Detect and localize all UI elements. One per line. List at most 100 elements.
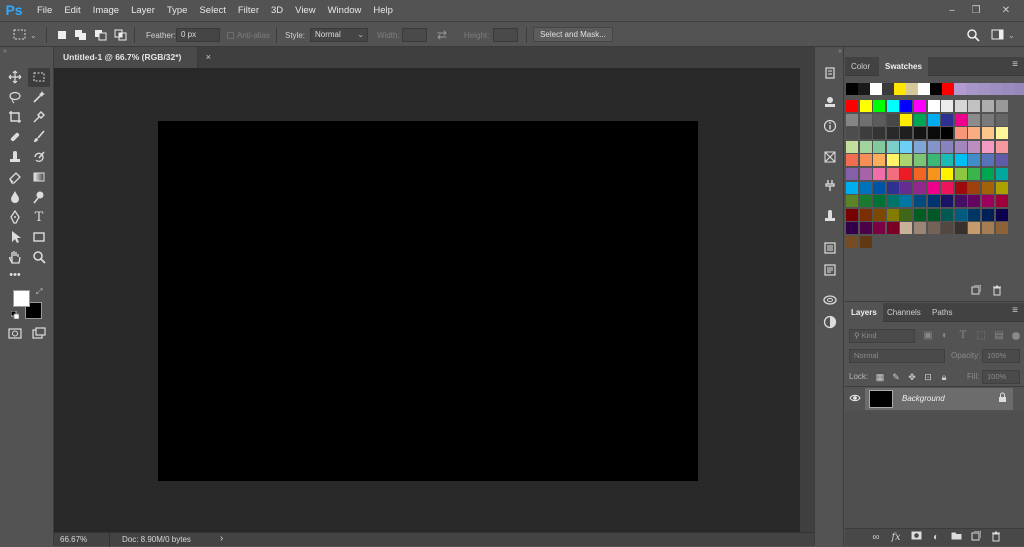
- color-swatch[interactable]: [995, 154, 1008, 167]
- color-swatch[interactable]: [966, 83, 978, 95]
- rectangular-marquee-tool-icon[interactable]: [28, 68, 50, 87]
- filter-type-icon[interactable]: T: [956, 329, 970, 343]
- tab-swatches[interactable]: Swatches: [879, 57, 928, 76]
- color-swatch[interactable]: [900, 100, 913, 112]
- info-panel-icon[interactable]: [820, 117, 840, 135]
- filter-smart-object-icon[interactable]: ▤: [992, 329, 1006, 343]
- history-panel-icon[interactable]: [820, 64, 840, 82]
- color-swatch[interactable]: [930, 83, 942, 95]
- pen-tool-icon[interactable]: [4, 208, 26, 227]
- color-swatch[interactable]: [982, 140, 994, 153]
- color-swatch[interactable]: [873, 195, 886, 208]
- color-swatch[interactable]: [846, 181, 858, 194]
- color-swatch[interactable]: [954, 83, 966, 95]
- menu-file[interactable]: File: [31, 0, 58, 21]
- color-swatch[interactable]: [873, 100, 886, 112]
- color-swatch[interactable]: [886, 140, 899, 153]
- add-mask-icon[interactable]: [909, 531, 923, 545]
- adjustments-panel-icon[interactable]: [820, 313, 840, 331]
- color-swatch[interactable]: [882, 83, 894, 95]
- width-input[interactable]: [402, 28, 427, 42]
- color-swatch[interactable]: [900, 168, 913, 180]
- blur-tool-icon[interactable]: [4, 188, 26, 207]
- rectangle-tool-icon[interactable]: [28, 228, 50, 247]
- select-and-mask-button[interactable]: Select and Mask...: [533, 27, 613, 42]
- color-swatch[interactable]: [900, 113, 913, 126]
- color-swatch[interactable]: [968, 181, 981, 194]
- color-swatch[interactable]: [859, 127, 872, 140]
- color-swatch[interactable]: [968, 222, 981, 235]
- color-swatch[interactable]: [914, 154, 926, 167]
- tab-layers[interactable]: Layers: [845, 303, 883, 322]
- color-swatch[interactable]: [914, 100, 926, 112]
- lock-artboard-icon[interactable]: ⊡: [921, 370, 935, 384]
- color-swatch[interactable]: [900, 195, 913, 208]
- fill-input[interactable]: 100%: [982, 370, 1020, 384]
- zoom-level[interactable]: 66.67%: [60, 535, 87, 544]
- lock-all-icon[interactable]: 🔒︎: [937, 370, 951, 384]
- color-swatch[interactable]: [918, 83, 930, 95]
- color-swatch[interactable]: [954, 181, 967, 194]
- color-swatch[interactable]: [846, 113, 858, 126]
- color-swatch[interactable]: [914, 181, 926, 194]
- color-swatch[interactable]: [968, 195, 981, 208]
- color-swatch[interactable]: [914, 208, 926, 221]
- color-swatch[interactable]: [846, 222, 858, 235]
- color-swatch[interactable]: [859, 154, 872, 167]
- workspace-switcher-icon[interactable]: ⌄: [991, 22, 1015, 48]
- new-layer-icon[interactable]: [969, 530, 983, 545]
- color-swatch[interactable]: [846, 127, 858, 140]
- color-swatch[interactable]: [914, 140, 926, 153]
- swap-colors-icon[interactable]: ⤢: [36, 287, 42, 297]
- color-swatch[interactable]: [927, 100, 940, 112]
- document-canvas[interactable]: [158, 121, 698, 481]
- color-swatch[interactable]: [886, 100, 899, 112]
- panel-menu-icon[interactable]: ≡: [1010, 60, 1020, 71]
- color-swatch[interactable]: [859, 140, 872, 153]
- color-swatch[interactable]: [954, 195, 967, 208]
- trash-icon[interactable]: [990, 285, 1004, 299]
- color-swatch[interactable]: [968, 127, 981, 140]
- color-swatch[interactable]: [846, 154, 858, 167]
- color-swatch[interactable]: [873, 154, 886, 167]
- color-swatch[interactable]: [906, 83, 918, 95]
- color-swatch[interactable]: [873, 181, 886, 194]
- color-swatch[interactable]: [982, 168, 994, 180]
- lock-transparent-icon[interactable]: ▦: [873, 370, 887, 384]
- color-swatch[interactable]: [982, 208, 994, 221]
- screen-mode-icon[interactable]: [28, 324, 50, 343]
- color-swatch[interactable]: [927, 222, 940, 235]
- close-tab-icon[interactable]: ×: [206, 47, 211, 68]
- new-swatch-icon[interactable]: [969, 284, 983, 299]
- tab-paths[interactable]: Paths: [926, 303, 958, 322]
- anti-alias-checkbox[interactable]: Anti-alias: [227, 22, 270, 48]
- color-swatch[interactable]: [954, 208, 967, 221]
- color-swatch[interactable]: [886, 208, 899, 221]
- color-swatch[interactable]: [914, 127, 926, 140]
- color-swatch[interactable]: [995, 195, 1008, 208]
- document-tab[interactable]: Untitled-1 @ 66.7% (RGB/32*) ×: [54, 47, 211, 68]
- color-swatch[interactable]: [900, 181, 913, 194]
- close-window-button[interactable]: ✕: [992, 0, 1020, 21]
- color-swatch[interactable]: [900, 140, 913, 153]
- color-swatch[interactable]: [859, 222, 872, 235]
- more-tools-icon[interactable]: •••: [4, 266, 26, 285]
- gradient-tool-icon[interactable]: [28, 168, 50, 187]
- brushes-panel-icon[interactable]: [820, 148, 840, 166]
- add-selection-icon[interactable]: [74, 22, 88, 48]
- color-swatch[interactable]: [873, 222, 886, 235]
- color-swatch[interactable]: [873, 168, 886, 180]
- layer-comps-panel-icon[interactable]: [820, 239, 840, 257]
- color-swatch[interactable]: [941, 168, 954, 180]
- color-swatch[interactable]: [968, 154, 981, 167]
- color-swatch[interactable]: [859, 208, 872, 221]
- new-group-icon[interactable]: [949, 531, 963, 545]
- color-swatch[interactable]: [982, 222, 994, 235]
- color-swatch[interactable]: [846, 236, 858, 248]
- color-swatch[interactable]: [914, 222, 926, 235]
- color-swatch[interactable]: [900, 127, 913, 140]
- healing-brush-tool-icon[interactable]: [4, 128, 26, 147]
- color-swatch[interactable]: [927, 140, 940, 153]
- color-swatch[interactable]: [982, 181, 994, 194]
- color-swatch[interactable]: [954, 127, 967, 140]
